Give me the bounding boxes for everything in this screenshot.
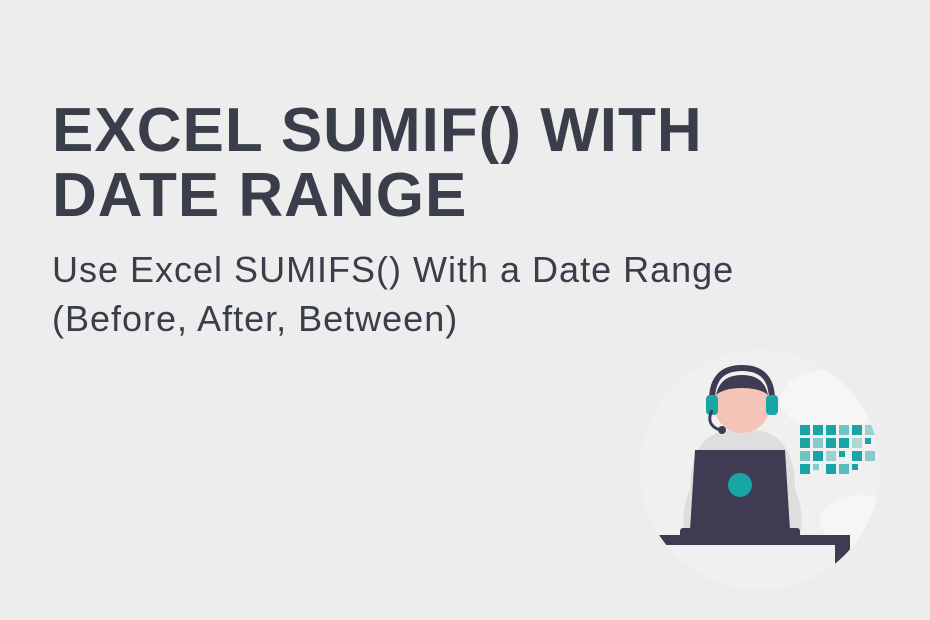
page-subtitle: Use Excel SUMIFS() With a Date Range (Be…	[52, 246, 812, 343]
page-title: EXCEL SUMIF() WITH DATE RANGE	[52, 98, 812, 228]
developer-illustration	[620, 340, 900, 600]
